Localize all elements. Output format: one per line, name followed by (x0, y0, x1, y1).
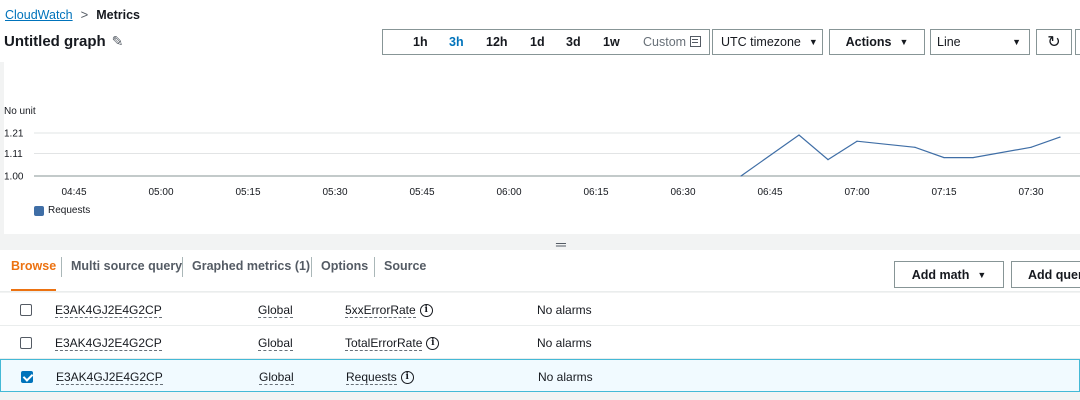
time-range-3d[interactable]: 3d (566, 35, 581, 49)
breadcrumb-current: Metrics (96, 7, 140, 22)
graph-title: Untitled graph (4, 33, 106, 50)
x-tick-label: 06:45 (757, 187, 782, 198)
time-range-3h[interactable]: 3h (449, 35, 464, 49)
timezone-label: UTC timezone (721, 35, 801, 49)
graph-area: No unit 1.21 1.11 1.00 04:45 05:00 05:15 05:30… (4, 62, 1080, 234)
caret-down-icon: ▼ (808, 37, 818, 47)
data-point (1059, 136, 1061, 138)
time-range-selector: 1h 3h 12h 1d 3d 1w Custom (382, 29, 710, 55)
time-range-1h[interactable]: 1h (413, 35, 428, 49)
distribution-id[interactable]: E3AK4GJ2E4G2CP (55, 336, 162, 351)
tab-divider (182, 257, 183, 277)
info-icon[interactable]: i (419, 304, 433, 317)
data-point (943, 156, 945, 159)
x-tick-label: 05:00 (148, 187, 173, 198)
info-icon[interactable]: i (426, 337, 440, 350)
line-chart: 1.21 1.11 1.00 04:45 05:00 05:15 05:30 05:45 06:… (4, 129, 1080, 198)
pencil-icon[interactable]: ✎ (112, 33, 124, 50)
row-checkbox[interactable] (21, 371, 33, 383)
tab-divider (311, 257, 312, 277)
distribution-id[interactable]: E3AK4GJ2E4G2CP (56, 370, 163, 385)
region-cell[interactable]: Global (258, 336, 293, 351)
y-tick-label: 1.11 (4, 149, 23, 160)
tab-options[interactable]: Options (321, 259, 368, 273)
x-tick-label: 07:00 (844, 187, 869, 198)
x-tick-label: 04:45 (61, 187, 86, 198)
data-point (827, 159, 829, 161)
caret-down-icon: ▼ (977, 269, 987, 280)
metric-name-cell: TotalErrorRate i (345, 336, 440, 351)
alarms-cell: No alarms (537, 303, 592, 317)
distribution-id[interactable]: E3AK4GJ2E4G2CP (55, 303, 162, 318)
data-point (856, 140, 858, 142)
actions-button[interactable]: Actions ▼ (829, 29, 925, 55)
timezone-dropdown[interactable]: UTC timezone ▼ (712, 29, 823, 55)
data-point (914, 146, 916, 148)
refresh-options-button[interactable] (1075, 29, 1080, 55)
chart-type-label: Line (937, 35, 961, 49)
y-tick-label: 1.00 (4, 172, 24, 183)
time-range-custom[interactable]: Custom (643, 35, 686, 49)
metric-name-cell: Requests i (346, 370, 414, 385)
refresh-icon: ↻ (1047, 34, 1061, 51)
graph-title-row: Untitled graph ✎ (4, 33, 123, 50)
x-tick-label: 07:15 (931, 187, 956, 198)
tab-divider (374, 257, 375, 277)
tab-graphed-metrics[interactable]: Graphed metrics (1) (192, 259, 310, 273)
x-tick-label: 05:15 (235, 187, 260, 198)
time-range-12h[interactable]: 12h (486, 35, 508, 49)
x-tick-label: 06:15 (583, 187, 608, 198)
data-point (1030, 146, 1032, 148)
breadcrumb-separator: > (80, 7, 89, 22)
region-cell[interactable]: Global (258, 303, 293, 318)
y-tick-label: 1.21 (4, 129, 24, 140)
metric-name[interactable]: Requests (346, 370, 397, 385)
add-math-label: Add math (911, 267, 970, 282)
alarms-cell: No alarms (537, 336, 592, 350)
legend-swatch (34, 205, 44, 216)
add-query-label: Add query (1028, 267, 1080, 282)
table-row[interactable]: E3AK4GJ2E4G2CP Global Requests i No alar… (0, 359, 1080, 392)
breadcrumb: CloudWatch > Metrics (5, 7, 140, 22)
tab-browse[interactable]: Browse (11, 259, 57, 291)
table-row[interactable]: E3AK4GJ2E4G2CP Global TotalErrorRate i N… (0, 326, 1080, 359)
caret-down-icon: ▼ (1012, 37, 1021, 47)
add-math-button[interactable]: Add math ▼ (894, 261, 1004, 288)
actions-label: Actions (845, 35, 892, 49)
metric-name-cell: 5xxErrorRate i (345, 303, 433, 318)
metrics-table: E3AK4GJ2E4G2CP Global 5xxErrorRate i No … (0, 293, 1080, 392)
info-icon[interactable]: i (400, 371, 414, 384)
metric-name[interactable]: 5xxErrorRate (345, 303, 416, 318)
time-range-1w[interactable]: 1w (603, 35, 620, 49)
chart-type-select[interactable]: Line ▼ (930, 29, 1030, 55)
tab-divider (61, 257, 62, 277)
calendar-icon[interactable] (690, 36, 701, 47)
chart-legend[interactable]: Requests (34, 205, 90, 216)
data-point (740, 175, 742, 177)
row-checkbox[interactable] (20, 304, 32, 316)
region-cell[interactable]: Global (259, 370, 294, 385)
row-checkbox[interactable] (20, 337, 32, 349)
breadcrumb-cloudwatch-link[interactable]: CloudWatch (5, 8, 73, 22)
alarms-cell: No alarms (538, 370, 593, 384)
tab-source[interactable]: Source (384, 259, 426, 273)
data-point (972, 156, 974, 159)
header-panel: CloudWatch > Metrics Untitled graph ✎ 1h… (0, 0, 1080, 62)
x-tick-label: 05:30 (322, 187, 347, 198)
x-tick-label: 06:30 (670, 187, 695, 198)
legend-label: Requests (48, 205, 91, 216)
caret-down-icon: ▼ (899, 37, 909, 47)
metric-name[interactable]: TotalErrorRate (345, 336, 423, 351)
data-point (798, 134, 800, 136)
time-range-1d[interactable]: 1d (530, 35, 545, 49)
x-tick-label: 05:45 (409, 187, 434, 198)
series-line (740, 134, 1061, 177)
tab-multi-source-query[interactable]: Multi source query (71, 259, 182, 273)
x-tick-label: 06:00 (496, 187, 521, 198)
x-tick-label: 07:30 (1018, 187, 1043, 198)
refresh-button[interactable]: ↻ (1036, 29, 1072, 55)
add-query-button[interactable]: Add query (1011, 261, 1080, 288)
table-row[interactable]: E3AK4GJ2E4G2CP Global 5xxErrorRate i No … (0, 293, 1080, 326)
